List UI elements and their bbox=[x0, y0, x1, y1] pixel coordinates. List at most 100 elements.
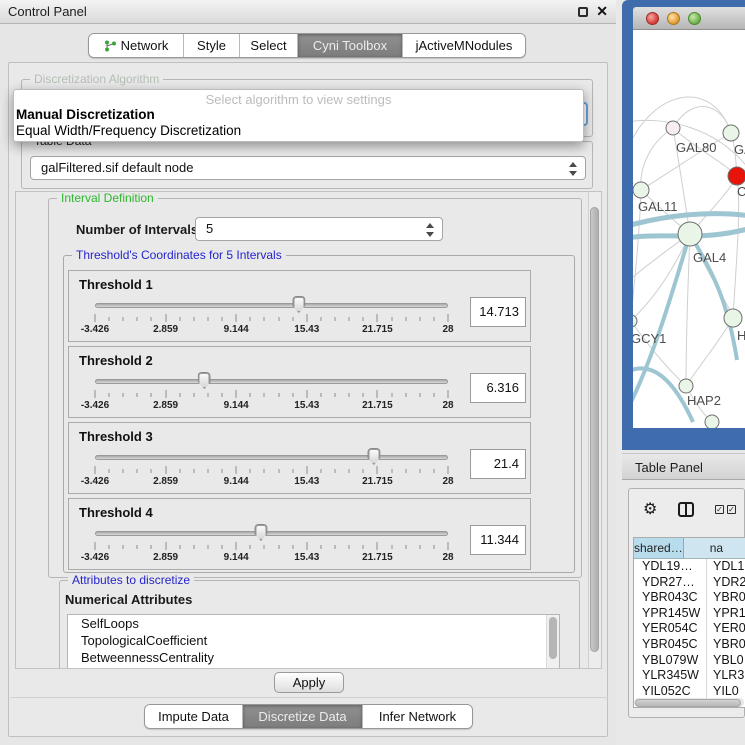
network-graph[interactable]: GAL80GACGAL11GAL4GCY1HHAP2 bbox=[633, 30, 745, 428]
table-cell-name[interactable]: YDL1 bbox=[707, 559, 745, 575]
tab-discretize-data[interactable]: Discretize Data bbox=[242, 705, 362, 728]
table-cell-shared-name[interactable]: YDL19… bbox=[634, 559, 707, 575]
table-cell-name[interactable]: YDR2 bbox=[707, 575, 745, 591]
checkbox-checked-icon[interactable]: ✓ bbox=[727, 505, 736, 514]
table-row[interactable]: YBR043CYBR0 bbox=[634, 590, 745, 606]
table-cell-name[interactable]: YBL0 bbox=[707, 653, 745, 669]
network-edge bbox=[641, 128, 673, 190]
table-row[interactable]: YBL079WYBL0 bbox=[634, 653, 745, 669]
table-panel-titlebar[interactable]: Table Panel bbox=[622, 453, 745, 480]
table-cell-name[interactable]: YBR0 bbox=[707, 590, 745, 606]
list-item[interactable]: SelfLoops bbox=[68, 615, 559, 632]
apply-button[interactable]: Apply bbox=[274, 672, 344, 693]
table-cell-name[interactable]: YER0 bbox=[707, 621, 745, 637]
network-window-titlebar[interactable] bbox=[633, 7, 745, 30]
column-header-name[interactable]: na bbox=[684, 538, 745, 558]
slider-track[interactable] bbox=[95, 303, 448, 308]
network-canvas[interactable]: GAL80GACGAL11GAL4GCY1HHAP2 bbox=[633, 30, 745, 428]
table-row[interactable]: YDL19…YDL1 bbox=[634, 559, 745, 575]
tab-jactivemnodules[interactable]: jActiveMNodules bbox=[402, 34, 525, 57]
tab-cyni-toolbox[interactable]: Cyni Toolbox bbox=[297, 34, 402, 57]
slider-handle[interactable] bbox=[254, 524, 267, 541]
combo-stepper-icon bbox=[569, 161, 578, 177]
table-row[interactable]: YDR27…YDR2 bbox=[634, 575, 745, 591]
list-item[interactable]: TopologicalCoefficient bbox=[68, 632, 559, 649]
slider-track[interactable] bbox=[95, 531, 448, 536]
tick-label: 21.715 bbox=[362, 552, 393, 563]
threshold-2-value-field[interactable]: 6.316 bbox=[470, 373, 526, 403]
threshold-2-slider[interactable]: -3.426 2.859 9.144 15.43 21.715 28 bbox=[95, 375, 448, 415]
table-cell-shared-name[interactable]: YPR145W bbox=[634, 606, 707, 622]
table-cell-shared-name[interactable]: YIL052C bbox=[634, 684, 707, 700]
settings-vertical-scrollbar[interactable] bbox=[588, 192, 601, 668]
threshold-3-value-field[interactable]: 21.4 bbox=[470, 449, 526, 479]
tab-network[interactable]: Network bbox=[89, 34, 183, 57]
table-row[interactable]: YER054CYER0 bbox=[634, 621, 745, 637]
table-cell-shared-name[interactable]: YLR345W bbox=[634, 668, 707, 684]
network-node[interactable] bbox=[724, 309, 742, 327]
slider-handle[interactable] bbox=[367, 448, 380, 465]
threshold-3-slider[interactable]: -3.426 2.859 9.144 15.43 21.715 28 bbox=[95, 451, 448, 491]
table-row[interactable]: YLR345WYLR3 bbox=[634, 668, 745, 684]
network-edge bbox=[673, 107, 731, 133]
network-node[interactable] bbox=[666, 121, 680, 135]
slider-handle[interactable] bbox=[198, 372, 211, 389]
tick-label: 28 bbox=[442, 476, 453, 487]
checkbox-checked-icon[interactable]: ✓ bbox=[715, 505, 724, 514]
numerical-attributes-list[interactable]: SelfLoops TopologicalCoefficient Between… bbox=[67, 614, 560, 669]
network-node-label: GAL4 bbox=[693, 250, 726, 265]
table-cell-name[interactable]: YIL0 bbox=[707, 684, 745, 700]
slider-track[interactable] bbox=[95, 379, 448, 384]
slider-track[interactable] bbox=[95, 455, 448, 460]
dropdown-option-equal-width[interactable]: Equal Width/Frequency Discretization bbox=[14, 123, 583, 139]
close-icon[interactable]: ✕ bbox=[596, 3, 608, 20]
float-window-icon[interactable] bbox=[578, 7, 588, 17]
tab-style[interactable]: Style bbox=[183, 34, 239, 57]
table-cell-shared-name[interactable]: YBL079W bbox=[634, 653, 707, 669]
slider-ticks bbox=[95, 314, 448, 323]
num-intervals-value: 5 bbox=[206, 221, 213, 236]
threshold-4-slider[interactable]: -3.426 2.859 9.144 15.43 21.715 28 bbox=[95, 527, 448, 567]
list-scrollbar[interactable] bbox=[546, 615, 559, 669]
dropdown-option-manual[interactable]: Manual Discretization bbox=[14, 107, 583, 123]
threshold-1-slider[interactable]: -3.426 2.859 9.144 15.43 21.715 28 bbox=[95, 299, 448, 339]
network-node[interactable] bbox=[633, 182, 649, 198]
table-cell-name[interactable]: YBR0 bbox=[707, 637, 745, 653]
tab-impute-data[interactable]: Impute Data bbox=[145, 705, 242, 728]
table-row[interactable]: YBR045CYBR0 bbox=[634, 637, 745, 653]
tab-label: Impute Data bbox=[158, 709, 229, 724]
table-cell-shared-name[interactable]: YER054C bbox=[634, 621, 707, 637]
network-node[interactable] bbox=[723, 125, 739, 141]
network-node[interactable] bbox=[633, 315, 637, 327]
num-intervals-combobox[interactable]: 5 bbox=[195, 217, 443, 241]
minimize-traffic-light-icon[interactable] bbox=[667, 12, 680, 25]
slider-tick-labels: -3.426 2.859 9.144 15.43 21.715 28 bbox=[95, 476, 448, 488]
slider-handle[interactable] bbox=[292, 296, 305, 313]
tab-select[interactable]: Select bbox=[239, 34, 297, 57]
table-row[interactable]: YPR145WYPR1 bbox=[634, 606, 745, 622]
threshold-4-value-field[interactable]: 11.344 bbox=[470, 525, 526, 555]
zoom-traffic-light-icon[interactable] bbox=[688, 12, 701, 25]
table-cell-name[interactable]: YLR3 bbox=[707, 668, 745, 684]
table-horizontal-scrollbar[interactable] bbox=[634, 698, 744, 707]
network-node[interactable] bbox=[705, 415, 719, 428]
columns-icon[interactable] bbox=[678, 502, 694, 517]
table-cell-shared-name[interactable]: YBR043C bbox=[634, 590, 707, 606]
network-node[interactable] bbox=[679, 379, 693, 393]
network-node[interactable] bbox=[728, 167, 745, 185]
gear-icon[interactable]: ⚙ bbox=[643, 499, 657, 519]
table-cell-shared-name[interactable]: YBR045C bbox=[634, 637, 707, 653]
network-node[interactable] bbox=[678, 222, 702, 246]
network-node-label: HAP2 bbox=[687, 393, 721, 408]
list-item[interactable]: BetweennessCentrality bbox=[68, 649, 559, 666]
table-cell-shared-name[interactable]: YDR27… bbox=[634, 575, 707, 591]
tick-label: 15.43 bbox=[294, 552, 319, 563]
table-cell-name[interactable]: YPR1 bbox=[707, 606, 745, 622]
table-row[interactable]: YIL052CYIL0 bbox=[634, 684, 745, 700]
threshold-3-label: Threshold 3 bbox=[79, 429, 153, 444]
close-traffic-light-icon[interactable] bbox=[646, 12, 659, 25]
table-data-combobox[interactable]: galFiltered.sif default node bbox=[30, 156, 586, 180]
column-header-shared-name[interactable]: shared… bbox=[634, 538, 684, 558]
tab-infer-network[interactable]: Infer Network bbox=[362, 705, 472, 728]
threshold-1-value-field[interactable]: 14.713 bbox=[470, 297, 526, 327]
